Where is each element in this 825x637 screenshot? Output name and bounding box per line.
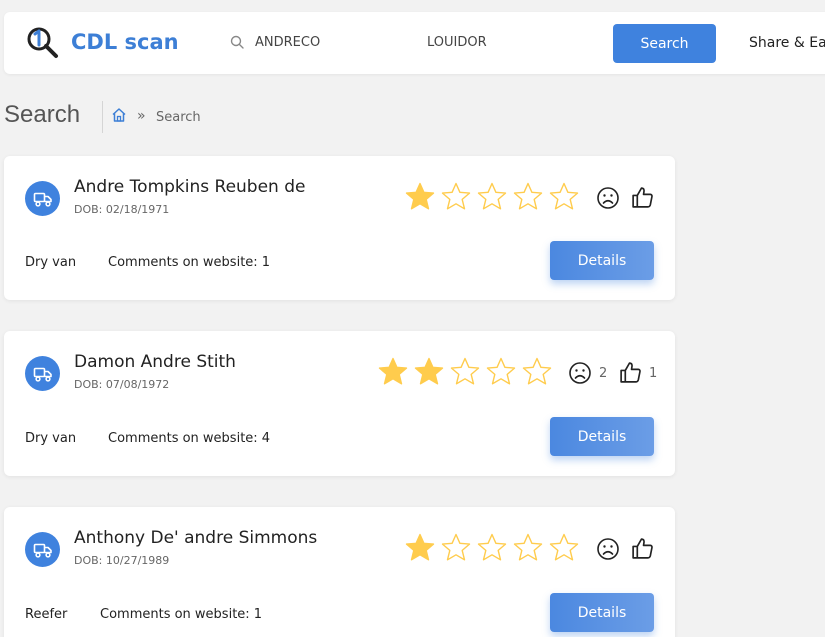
star-empty-icon[interactable] (512, 181, 544, 213)
result-card: Damon Andre Stith DOB: 07/08/1972 2 1 Dr… (4, 331, 675, 476)
page-title: Search (4, 101, 81, 128)
driver-name[interactable]: Damon Andre Stith (74, 352, 236, 372)
driver-dob: DOB: 10/27/1989 (74, 554, 170, 567)
last-name-input[interactable]: LOUIDOR (427, 35, 487, 50)
frown-face-icon[interactable] (568, 361, 592, 385)
details-button[interactable]: Details (550, 593, 654, 632)
truck-icon (33, 543, 52, 558)
star-empty-icon[interactable] (548, 181, 580, 213)
star-empty-icon[interactable] (440, 532, 472, 564)
frown-face-icon[interactable] (596, 537, 620, 561)
star-empty-icon[interactable] (476, 532, 508, 564)
share-earn-link[interactable]: Share & Earn (749, 35, 825, 51)
dislike-count: 2 (599, 366, 608, 381)
star-empty-icon[interactable] (548, 532, 580, 564)
breadcrumb-current: Search (156, 110, 201, 125)
details-button[interactable]: Details (550, 417, 654, 456)
star-empty-icon[interactable] (449, 356, 481, 388)
star-empty-icon[interactable] (512, 532, 544, 564)
star-empty-icon[interactable] (440, 181, 472, 213)
star-empty-icon[interactable] (521, 356, 553, 388)
star-filled-icon[interactable] (404, 532, 436, 564)
truck-avatar (25, 181, 60, 216)
result-card: Andre Tompkins Reuben de DOB: 02/18/1971… (4, 156, 675, 300)
title-divider (102, 101, 103, 133)
comments-count: Comments on website: 1 (108, 255, 271, 270)
truck-avatar (25, 532, 60, 567)
star-empty-icon[interactable] (476, 181, 508, 213)
top-bar: CDL scan ANDRECO LOUIDOR Search Share & … (4, 12, 825, 74)
details-button[interactable]: Details (550, 241, 654, 280)
breadcrumb-separator: » (137, 108, 146, 124)
star-filled-icon[interactable] (404, 181, 436, 213)
brand-name[interactable]: CDL scan (71, 30, 179, 54)
comments-count: Comments on website: 4 (108, 431, 271, 446)
driver-name[interactable]: Anthony De' andre Simmons (74, 528, 317, 548)
driver-name[interactable]: Andre Tompkins Reuben de (74, 177, 305, 197)
truck-icon (33, 192, 52, 207)
truck-avatar (25, 356, 60, 391)
frown-face-icon[interactable] (596, 186, 620, 210)
like-count: 1 (649, 366, 658, 381)
thumbs-up-icon[interactable] (618, 360, 643, 385)
star-filled-icon[interactable] (377, 356, 409, 388)
thumbs-up-icon[interactable] (630, 536, 655, 561)
result-card: Anthony De' andre Simmons DOB: 10/27/198… (4, 507, 675, 637)
trailer-type: Reefer (25, 607, 68, 622)
star-filled-icon[interactable] (413, 356, 445, 388)
star-rating[interactable] (404, 532, 580, 564)
home-icon[interactable] (111, 107, 127, 123)
first-name-input[interactable]: ANDRECO (255, 35, 320, 50)
trailer-type: Dry van (25, 255, 77, 270)
star-empty-icon[interactable] (485, 356, 517, 388)
star-rating[interactable] (404, 181, 580, 213)
logo-icon[interactable] (26, 26, 60, 60)
driver-dob: DOB: 02/18/1971 (74, 203, 170, 216)
trailer-type: Dry van (25, 431, 77, 446)
comments-count: Comments on website: 1 (100, 607, 263, 622)
star-rating[interactable] (377, 356, 553, 388)
driver-dob: DOB: 07/08/1972 (74, 378, 170, 391)
search-button[interactable]: Search (613, 24, 716, 63)
search-icon (230, 35, 244, 49)
thumbs-up-icon[interactable] (630, 185, 655, 210)
truck-icon (33, 367, 52, 382)
